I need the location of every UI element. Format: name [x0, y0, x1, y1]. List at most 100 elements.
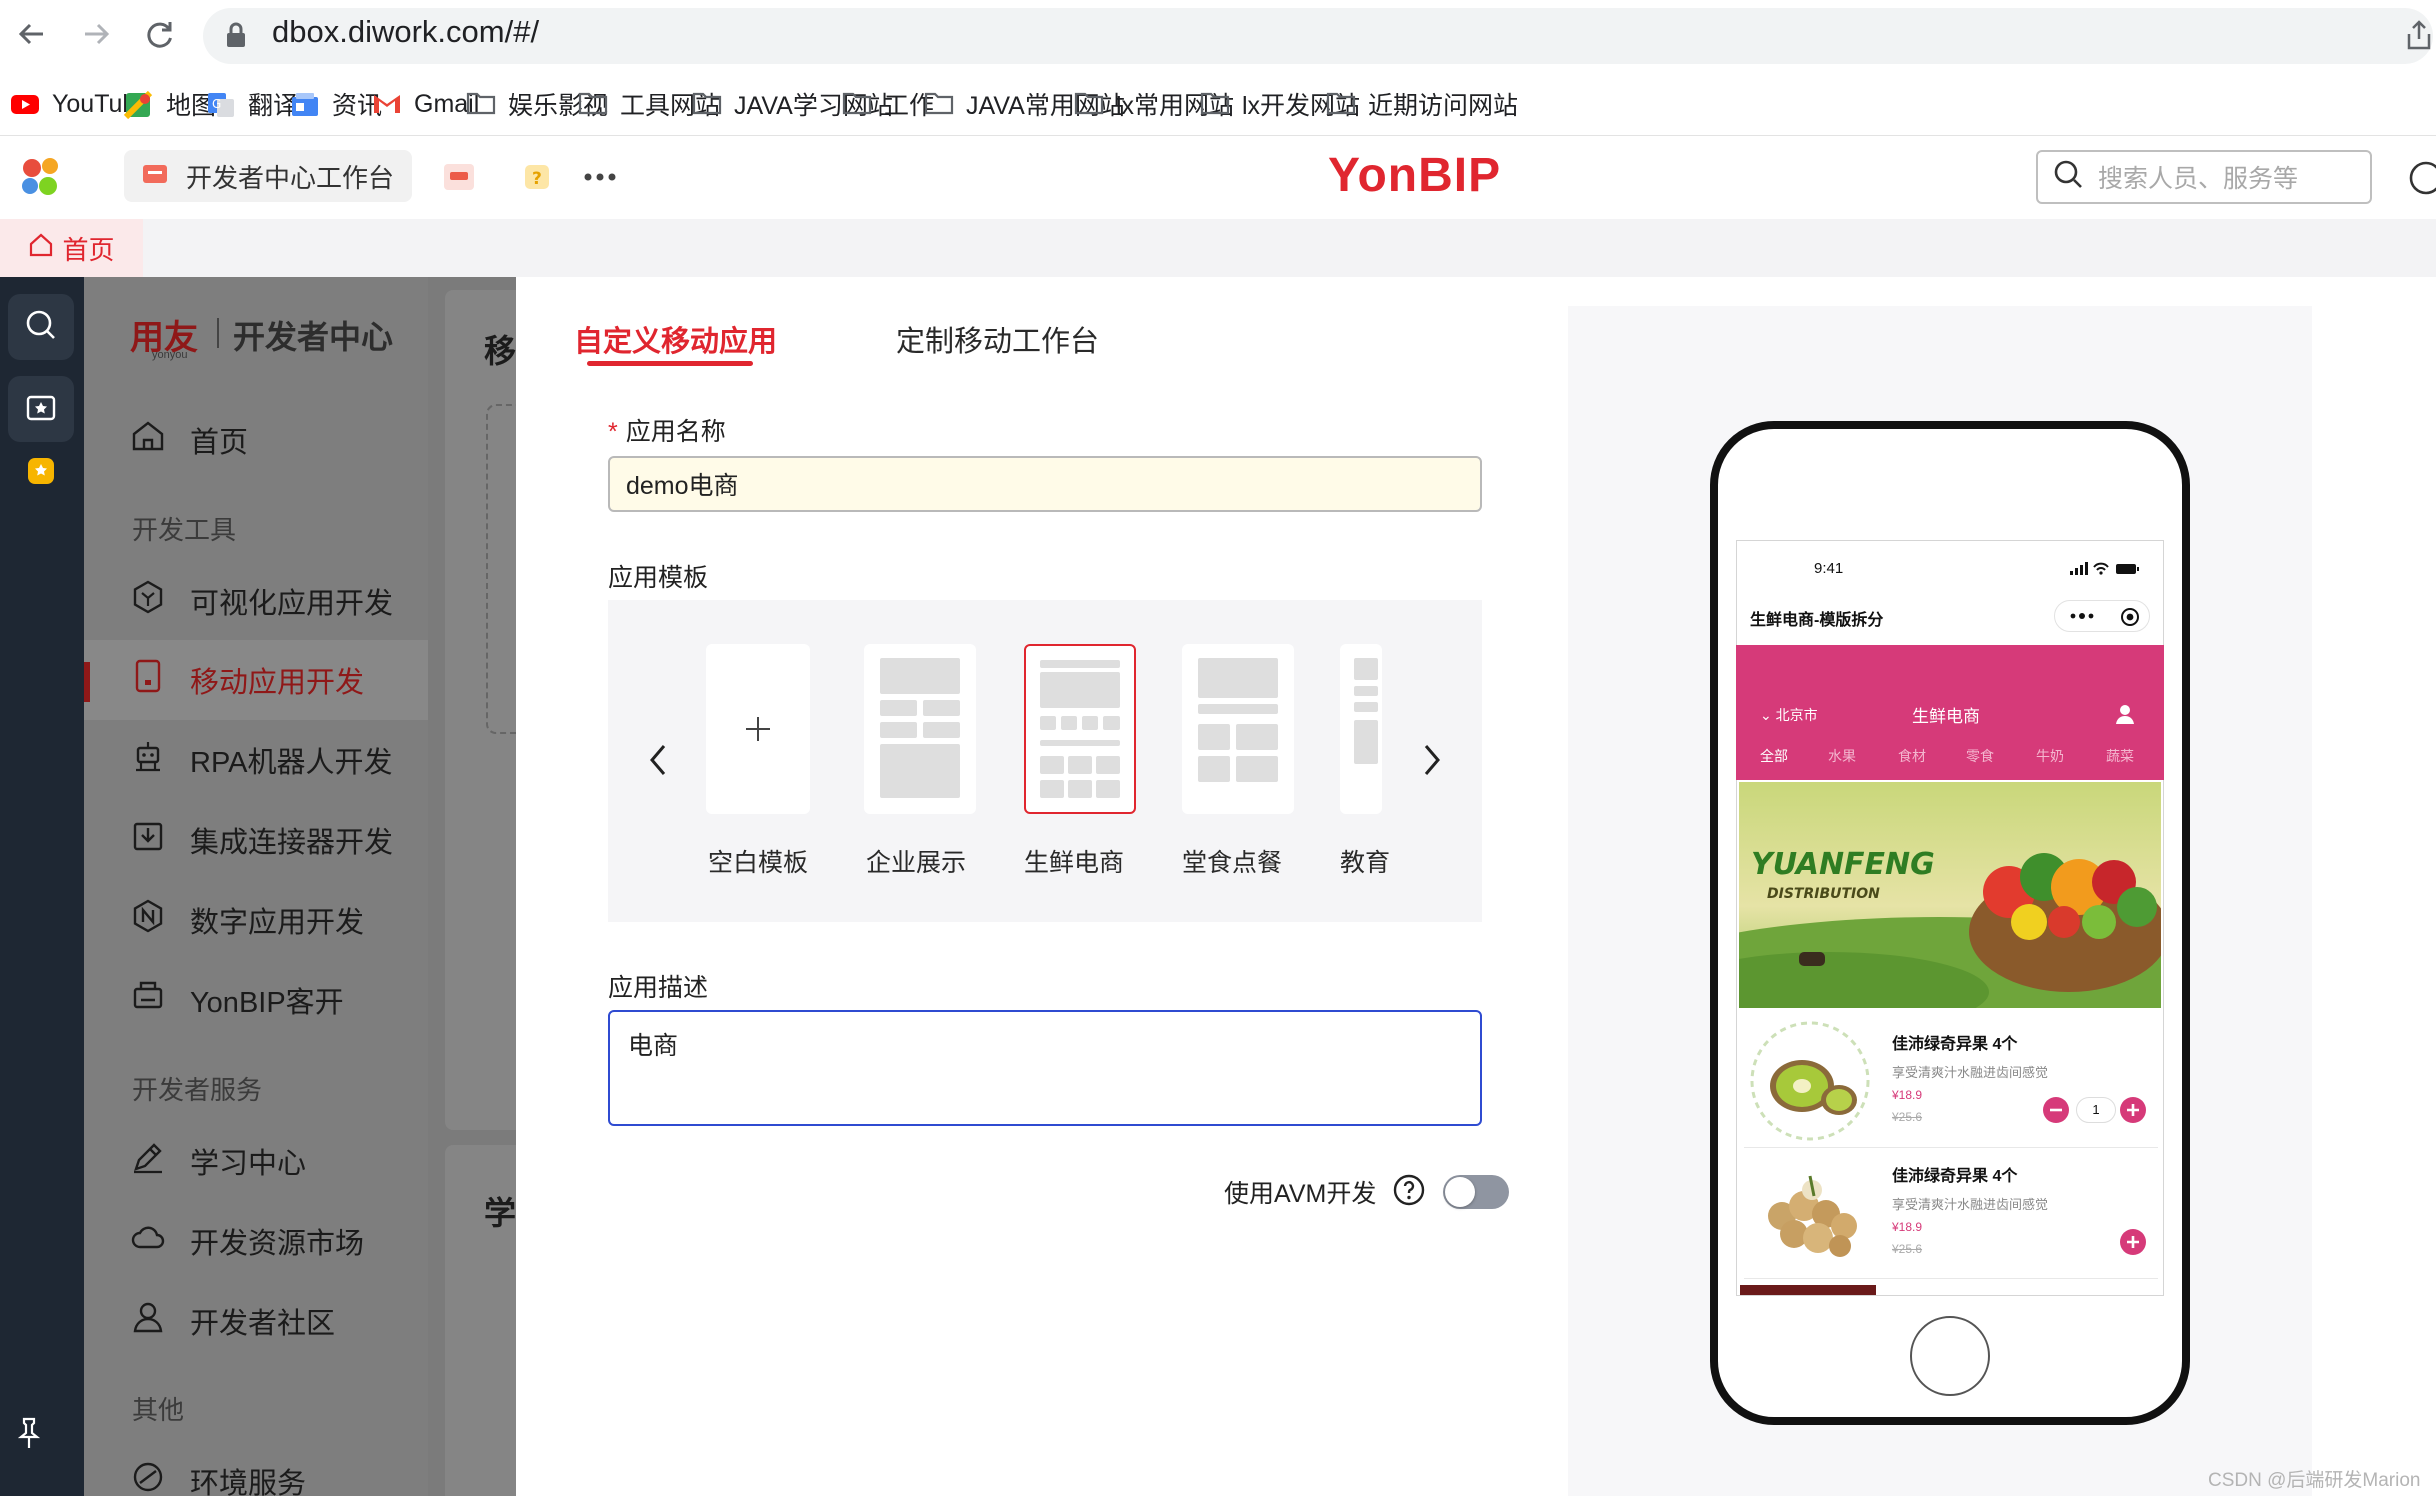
category-tab: 水果	[1828, 748, 1856, 764]
more-icon[interactable]	[582, 160, 618, 199]
sidebar-item-label: 移动应用开发	[190, 667, 365, 699]
pin-icon[interactable]	[14, 1416, 44, 1455]
description-label: 应用描述	[608, 974, 709, 1002]
folder-icon	[842, 91, 872, 117]
sidebar-item-resource-market[interactable]: 开发资源市场	[130, 1211, 364, 1271]
product-price: ¥18.9	[1892, 1088, 1923, 1102]
promo-banner: YUANFENG DISTRIBUTION	[1739, 782, 2161, 1008]
message-app-icon[interactable]	[442, 162, 476, 197]
category-tab: 零食	[1966, 748, 1994, 764]
template-card-blank[interactable]	[706, 644, 810, 814]
star-folder-icon	[25, 392, 57, 427]
bookmark-folder-recent[interactable]: 近期访问网站	[1326, 84, 1518, 124]
help-icon[interactable]	[2408, 160, 2436, 201]
sidebar-favorites-button[interactable]	[8, 376, 74, 442]
bookmark-translate[interactable]: G 翻译	[206, 84, 298, 124]
product-name: 佳沛绿奇异果 4个	[1892, 1168, 2018, 1185]
brand-logo: YonBIP	[1328, 149, 1502, 202]
pen-icon	[130, 1139, 166, 1183]
product-desc: 享受清爽汁水融进齿间感觉	[1892, 1197, 2049, 1212]
bookmark-gmail[interactable]: Gmail	[372, 84, 479, 124]
bookmark-folder-work[interactable]: 工作	[842, 84, 934, 124]
vegetable-basket-image: YUANFENG DISTRIBUTION	[1739, 782, 2161, 1008]
address-text[interactable]: dbox.diwork.com/#/	[272, 14, 539, 50]
bookmark-label: 近期访问网站	[1368, 92, 1519, 120]
phone-time: 9:41	[1814, 560, 1844, 577]
category-tab: 蔬菜	[2106, 748, 2134, 764]
close-capsule-icon	[2121, 608, 2139, 626]
template-card-dine-in[interactable]	[1182, 644, 1294, 814]
product-divider	[1744, 1147, 2158, 1148]
sidebar-item-label: 开发者社区	[190, 1308, 336, 1340]
bookmark-maps[interactable]: 地图	[123, 84, 216, 124]
tab-custom-mobile-app[interactable]: 自定义移动应用	[574, 318, 777, 360]
reload-icon[interactable]	[140, 14, 180, 54]
workbench-icon	[142, 161, 168, 192]
download-box-icon	[130, 818, 166, 862]
sidebar-item-learning[interactable]: 学习中心	[130, 1131, 306, 1191]
tab-custom-workbench[interactable]: 定制移动工作台	[896, 318, 1099, 360]
product-old-price: ¥25.6	[1892, 1242, 1923, 1256]
tab-home[interactable]: 首页	[0, 219, 143, 277]
category-tab: 食材	[1898, 748, 1926, 764]
workbench-tab[interactable]: 开发者中心工作台	[124, 150, 412, 202]
required-mark: *	[608, 418, 618, 446]
chevron-right-icon[interactable]	[1418, 742, 1446, 783]
environment-icon	[130, 1459, 166, 1496]
app-launcher-icon[interactable]	[18, 156, 66, 205]
capsule-menu	[2054, 600, 2150, 632]
sidebar-item-mobile-app[interactable]: 移动应用开发	[130, 650, 364, 710]
chevron-left-icon[interactable]	[644, 742, 672, 783]
lock-icon[interactable]	[225, 22, 247, 53]
product-image-longan	[1752, 1156, 1872, 1266]
sidebar-item-digital-app[interactable]: 数字应用开发	[130, 890, 364, 950]
store-title: 生鲜电商	[1912, 707, 1980, 726]
next-product-image	[1740, 1285, 1876, 1295]
robot-icon	[130, 738, 166, 782]
app-description-textarea[interactable]: 电商	[608, 1010, 1482, 1126]
share-icon[interactable]	[2406, 20, 2432, 55]
workbench-tab-label: 开发者中心工作台	[186, 162, 395, 193]
template-card-education[interactable]	[1340, 644, 1382, 814]
avm-toggle-knob[interactable]	[1445, 1177, 1475, 1207]
help-circle-icon[interactable]	[1392, 1173, 1426, 1212]
bookmark-news[interactable]: 资讯	[290, 84, 382, 124]
plus-icon	[2127, 1104, 2139, 1116]
product-price: ¥18.9	[1892, 1220, 1923, 1234]
sidebar-item-visual-app[interactable]: 可视化应用开发	[130, 571, 393, 631]
app-name-input[interactable]: demo电商	[608, 456, 1482, 512]
help-app-icon[interactable]: ?	[522, 162, 552, 197]
app-name-label: * 应用名称	[608, 418, 726, 446]
sidebar-item-community[interactable]: 开发者社区	[130, 1291, 335, 1351]
app-badge-icon	[26, 456, 56, 491]
product-desc: 享受清爽汁水融进齿间感觉	[1892, 1065, 2049, 1080]
category-tab: 牛奶	[2036, 748, 2064, 764]
product-old-price: ¥25.6	[1892, 1110, 1923, 1124]
minus-button	[2043, 1097, 2069, 1123]
folder-icon	[924, 91, 954, 117]
back-icon[interactable]	[12, 14, 52, 54]
global-search-input[interactable]: 搜索人员、服务等	[2036, 150, 2372, 204]
hexagon-icon	[130, 579, 166, 623]
background-heading: 移	[484, 333, 517, 369]
cloud-icon	[130, 1219, 166, 1263]
forward-icon[interactable]	[76, 14, 116, 54]
translate-icon: G	[206, 91, 236, 117]
sidebar-app-button[interactable]	[8, 440, 74, 506]
background-heading: 学	[484, 1195, 517, 1231]
active-tab-underline	[587, 361, 753, 366]
folder-icon	[1074, 91, 1104, 117]
sidebar-item-home[interactable]: 首页	[130, 410, 248, 470]
template-card-fresh-ecommerce[interactable]	[1024, 644, 1136, 814]
template-label-fresh-ecommerce: 生鲜电商	[1024, 849, 1125, 877]
sidebar-item-yonbip-custom[interactable]: YonBIP客开	[130, 970, 344, 1030]
sidebar-item-rpa[interactable]: RPA机器人开发	[130, 730, 392, 790]
sidebar-item-environment[interactable]: 环境服务	[130, 1451, 306, 1496]
more-icon	[2070, 613, 2094, 619]
watermark: CSDN @后端研发Marion	[2208, 1470, 2421, 1491]
sidebar-search-button[interactable]	[8, 294, 74, 360]
city-selector: ⌄ 北京市	[1760, 707, 1818, 723]
home-icon	[28, 232, 54, 265]
template-card-corporate[interactable]	[864, 644, 976, 814]
sidebar-item-connector[interactable]: 集成连接器开发	[130, 810, 393, 870]
